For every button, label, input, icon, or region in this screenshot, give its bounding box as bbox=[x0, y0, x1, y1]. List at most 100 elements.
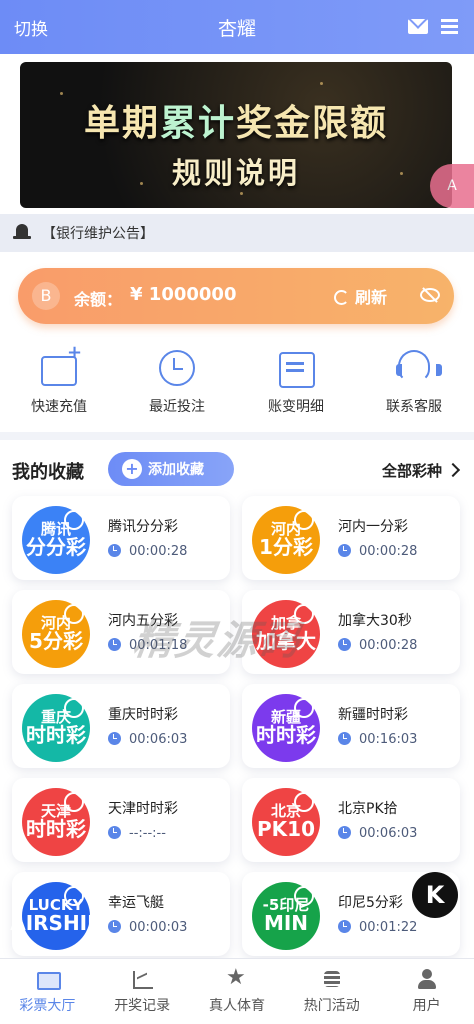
recent-bets[interactable]: 最近投注 bbox=[118, 350, 236, 416]
tab-lottery-hall[interactable]: 彩票大厅 bbox=[0, 959, 95, 1024]
lottery-logo: LUCKY AIRSHIP bbox=[10, 882, 102, 950]
bell-icon bbox=[13, 224, 31, 242]
clock-icon bbox=[338, 638, 351, 651]
lottery-logo: -5印尼 MIN bbox=[252, 882, 320, 950]
k-float-button[interactable]: K bbox=[412, 872, 458, 918]
headset-icon bbox=[394, 350, 442, 386]
lottery-name: 腾讯分分彩 bbox=[108, 519, 178, 535]
clock-icon bbox=[338, 544, 351, 557]
lottery-card[interactable]: 腾讯 分分彩 腾讯分分彩 00:00:28 bbox=[12, 496, 230, 580]
lottery-card[interactable]: 新疆 时时彩 新疆时时彩 00:16:03 bbox=[242, 684, 460, 768]
clock-icon bbox=[108, 544, 121, 557]
countdown: 00:06:03 bbox=[108, 732, 187, 747]
plus-icon: + bbox=[122, 459, 142, 479]
favorites-section: 我的收藏 + 添加收藏 全部彩种 腾讯 分分彩 腾讯分分彩 00:00:28 河内 1分彩河… bbox=[0, 440, 474, 958]
lottery-name: 印尼5分彩 bbox=[338, 895, 403, 911]
lottery-logo: 北京 PK10 bbox=[252, 788, 320, 856]
countdown: 00:00:28 bbox=[338, 544, 417, 559]
notice-bar[interactable]: 【银行维护公告】 bbox=[0, 214, 474, 252]
stopwatch-icon bbox=[64, 604, 84, 624]
stopwatch-icon bbox=[294, 698, 314, 718]
quick-recharge[interactable]: 快速充值 bbox=[0, 342, 118, 416]
all-lotteries-link[interactable]: 全部彩种 bbox=[382, 460, 458, 481]
top-bar: 切换 杏耀 bbox=[0, 0, 474, 54]
app-title: 杏耀 bbox=[217, 17, 256, 40]
tab-user[interactable]: 用户 bbox=[379, 959, 474, 1024]
lottery-card[interactable]: 北京 PK10 北京PK拾 00:06:03 bbox=[242, 778, 460, 862]
notice-text: 【银行维护公告】 bbox=[42, 226, 154, 242]
stopwatch-icon bbox=[64, 886, 84, 906]
countdown: 00:16:03 bbox=[338, 732, 417, 747]
recharge-icon bbox=[39, 342, 82, 386]
clock-icon bbox=[157, 350, 197, 386]
clock-icon bbox=[108, 638, 121, 651]
countdown: 00:06:03 bbox=[338, 826, 417, 841]
banner-headline: 单期累计奖金限额 bbox=[83, 103, 389, 144]
star-icon bbox=[226, 965, 248, 990]
lottery-name: 新疆时时彩 bbox=[338, 707, 408, 723]
avatar: B bbox=[32, 282, 60, 310]
stopwatch-icon bbox=[294, 886, 314, 906]
clock-icon bbox=[338, 826, 351, 839]
lottery-logo: 天津 时时彩 bbox=[22, 788, 90, 856]
coins-icon bbox=[321, 969, 343, 989]
lottery-name: 加拿大30秒 bbox=[338, 613, 412, 629]
bill-icon bbox=[276, 350, 316, 388]
lottery-card[interactable]: 天津 时时彩 天津时时彩 --:--:-- bbox=[12, 778, 230, 862]
favorites-title: 我的收藏 bbox=[12, 462, 84, 483]
mail-icon[interactable] bbox=[408, 19, 428, 34]
add-favorite-button[interactable]: + 添加收藏 bbox=[108, 452, 234, 486]
countdown: 00:00:28 bbox=[338, 638, 417, 653]
lottery-card[interactable]: LUCKY AIRSHIP 幸运飞艇 00:00:03 bbox=[10, 872, 230, 956]
stopwatch-icon bbox=[64, 792, 84, 812]
tab-live-sports[interactable]: 真人体育 bbox=[190, 959, 285, 1024]
stopwatch-icon bbox=[294, 792, 314, 812]
lottery-logo: 河内 5分彩 bbox=[22, 600, 90, 668]
switch-button[interactable]: 切换 bbox=[14, 15, 48, 40]
lottery-name: 幸运飞艇 bbox=[108, 895, 164, 911]
lottery-name: 北京PK拾 bbox=[338, 801, 398, 817]
lottery-name: 天津时时彩 bbox=[108, 801, 178, 817]
balance-label: 余额： bbox=[74, 290, 123, 309]
countdown: 00:00:28 bbox=[108, 544, 187, 559]
lottery-name: 重庆时时彩 bbox=[108, 707, 178, 723]
promo-banner[interactable]: 单期累计奖金限额 规则说明 bbox=[20, 62, 452, 208]
refresh-icon bbox=[334, 290, 349, 305]
clock-icon bbox=[108, 920, 121, 933]
watermark: 精灵源码 bbox=[130, 618, 305, 664]
lottery-logo: 腾讯 分分彩 bbox=[22, 506, 90, 574]
banner-section: 单期累计奖金限额 规则说明 bbox=[0, 54, 474, 214]
balance-amount: ¥ 1000000 bbox=[130, 284, 237, 305]
account-changes[interactable]: 账变明细 bbox=[237, 350, 355, 416]
stopwatch-icon bbox=[64, 510, 84, 530]
chart-icon bbox=[131, 969, 154, 989]
balance-card: B 余额： ¥ 1000000 刷新 bbox=[18, 268, 454, 324]
user-icon bbox=[416, 969, 438, 989]
tab-hot-events[interactable]: 热门活动 bbox=[284, 959, 379, 1024]
clock-icon bbox=[338, 732, 351, 745]
clock-icon bbox=[338, 920, 351, 933]
lottery-name: 河内一分彩 bbox=[338, 519, 408, 535]
bottom-tab-bar: 彩票大厅 开奖记录 真人体育 热门活动 用户 bbox=[0, 958, 474, 1024]
lottery-logo: 河内 1分彩 bbox=[252, 506, 320, 574]
eye-off-icon[interactable] bbox=[420, 288, 440, 302]
banner-subheadline: 规则说明 bbox=[171, 156, 300, 190]
countdown: 00:01:22 bbox=[338, 920, 417, 935]
translate-icon[interactable]: A bbox=[430, 164, 474, 208]
countdown: --:--:-- bbox=[108, 826, 166, 841]
refresh-button[interactable]: 刷新 bbox=[334, 284, 387, 308]
lottery-card[interactable]: 重庆 时时彩 重庆时时彩 00:06:03 bbox=[12, 684, 230, 768]
clock-icon bbox=[108, 732, 121, 745]
stopwatch-icon bbox=[64, 698, 84, 718]
lottery-logo: 重庆 时时彩 bbox=[22, 694, 90, 762]
contact-service[interactable]: 联系客服 bbox=[355, 350, 473, 416]
countdown: 00:00:03 bbox=[108, 920, 187, 935]
lottery-hall-icon bbox=[36, 969, 62, 990]
tab-draw-records[interactable]: 开奖记录 bbox=[95, 959, 190, 1024]
lottery-logo: 新疆 时时彩 bbox=[252, 694, 320, 762]
clock-icon bbox=[108, 826, 121, 839]
stopwatch-icon bbox=[294, 510, 314, 530]
lottery-card[interactable]: 河内 1分彩 河内一分彩 00:00:28 bbox=[242, 496, 460, 580]
menu-icon[interactable] bbox=[441, 19, 458, 34]
account-section: B 余额： ¥ 1000000 刷新 快速充值 最近投注 账变明细 联系客服 bbox=[0, 252, 474, 432]
